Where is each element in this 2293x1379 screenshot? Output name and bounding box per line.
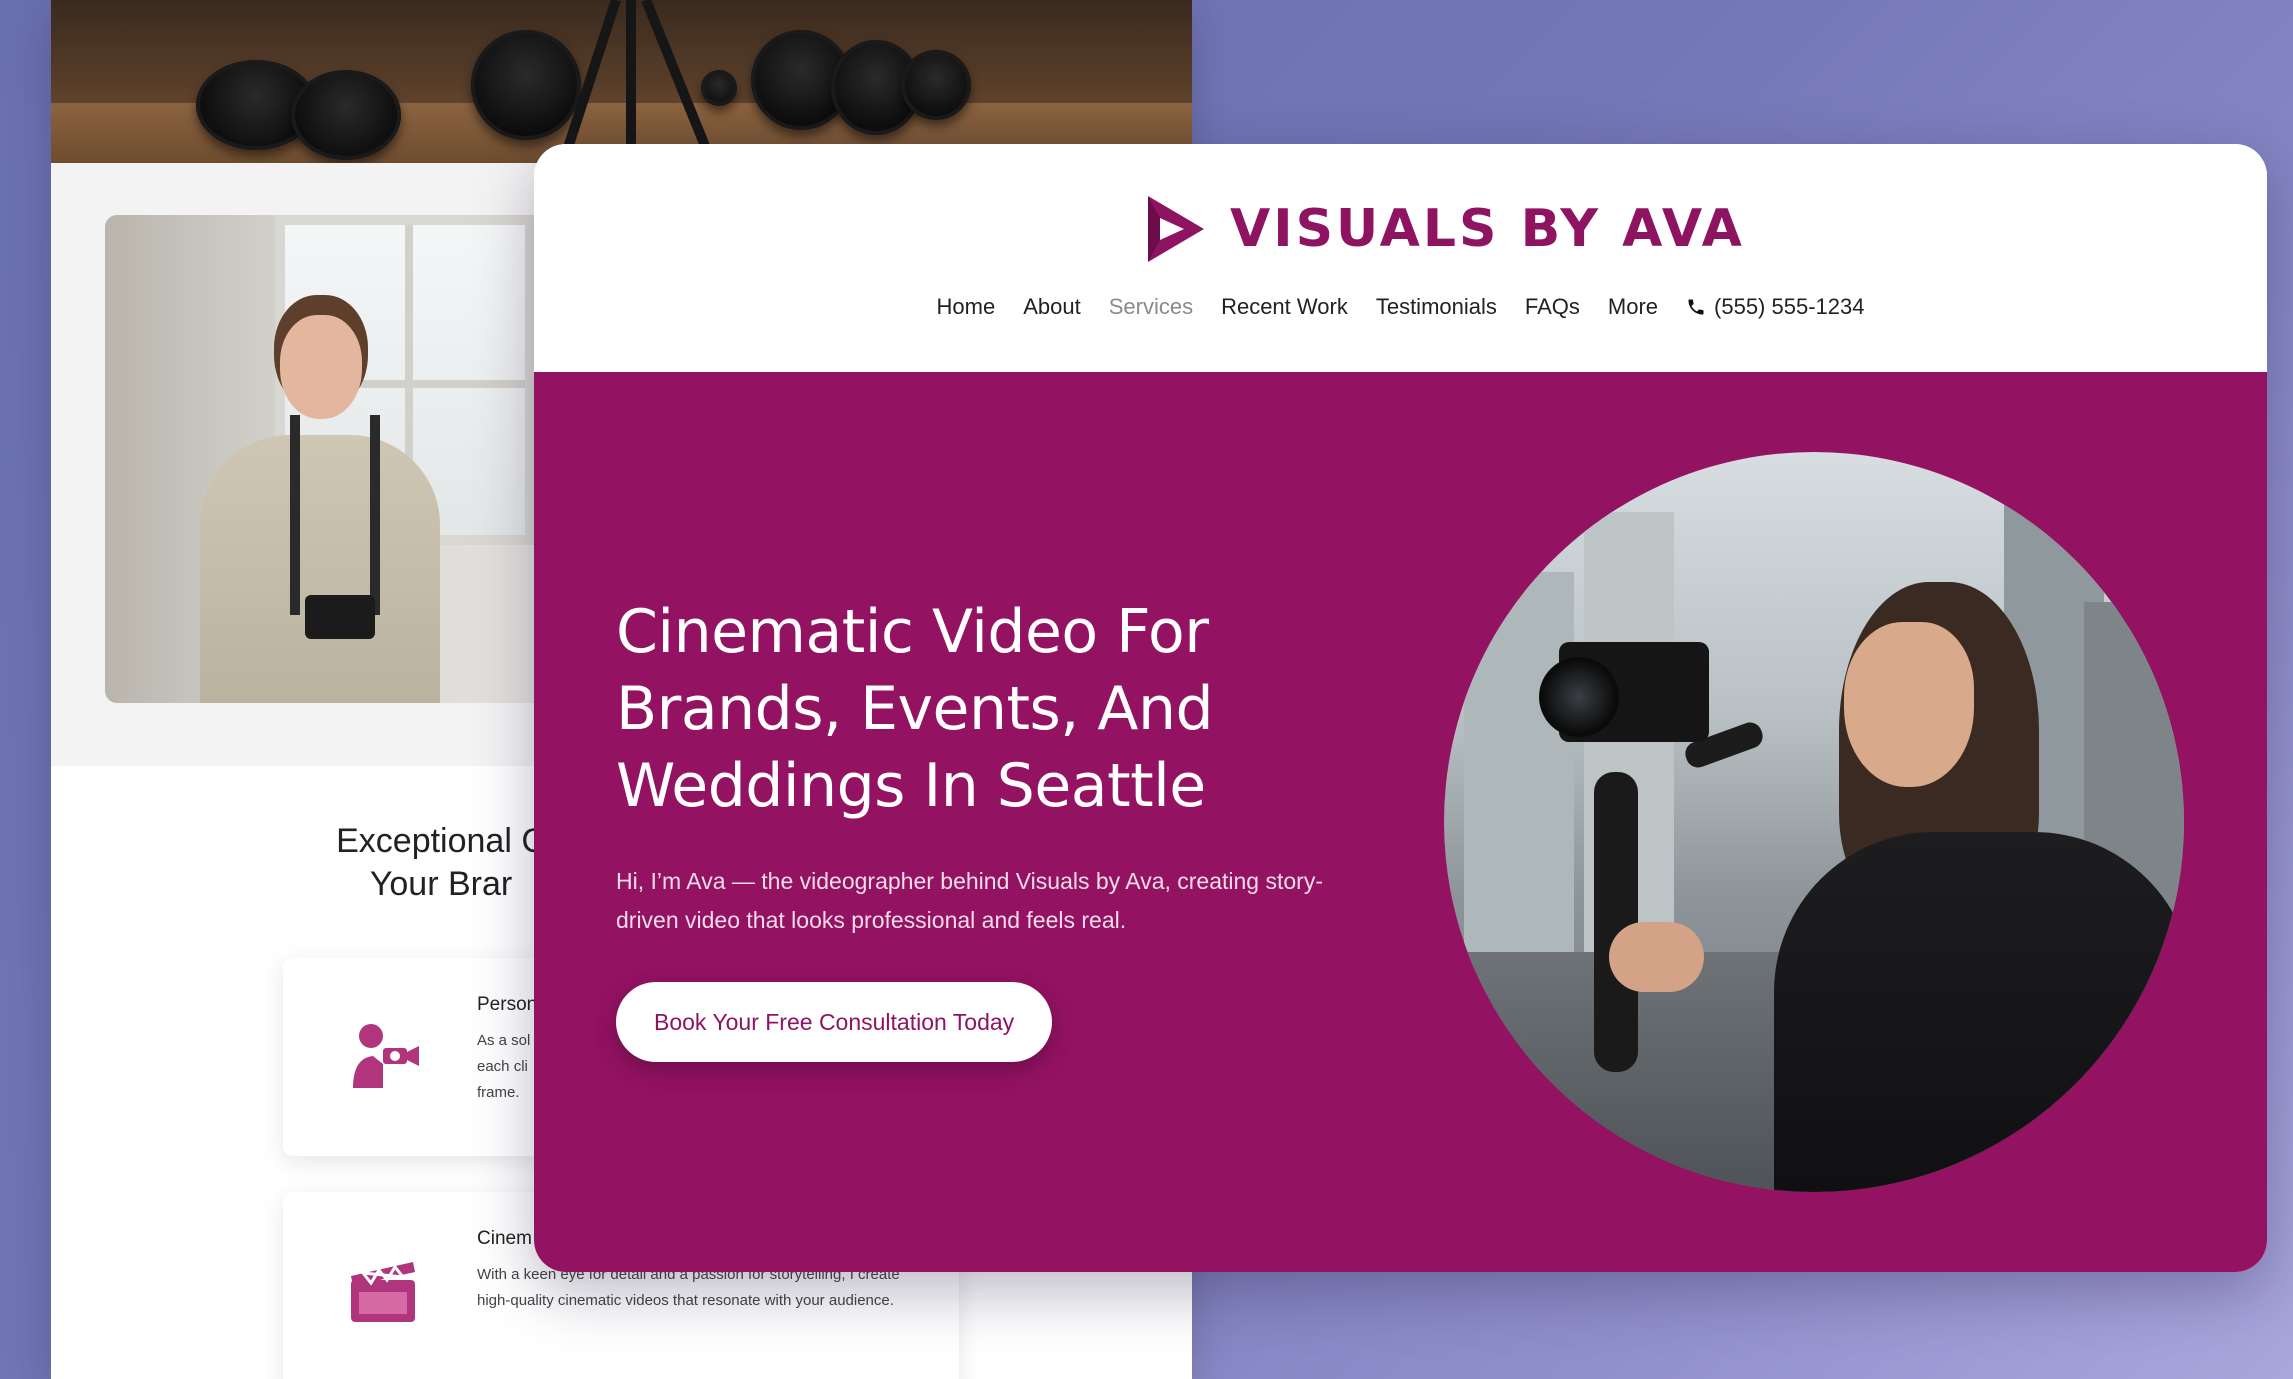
- hero-section: Cinematic Video For Brands, Events, And …: [534, 372, 2267, 1272]
- site-logo[interactable]: VISUALS BY AVA: [1144, 194, 1745, 264]
- phone-number: (555) 555-1234: [1714, 294, 1865, 319]
- nav-services[interactable]: Services: [1109, 294, 1193, 320]
- play-logo-icon: [1148, 196, 1204, 262]
- nav-phone-link[interactable]: (555) 555-1234: [1686, 294, 1864, 320]
- service-card-title: Person: [477, 994, 538, 1015]
- site-header: VISUALS BY AVA Home About Services Recen…: [534, 144, 2267, 372]
- videographer-hero-image: [1444, 452, 2184, 1192]
- videographer-icon: [353, 1024, 419, 1088]
- brand-name: VISUALS BY AVA: [1230, 199, 1745, 259]
- hero-subtitle: Hi, I’m Ava — the videographer behind Vi…: [616, 868, 1323, 933]
- service-card-title: Cinem: [477, 1228, 532, 1249]
- clapperboard-icon: [351, 1262, 415, 1322]
- nav-more[interactable]: More: [1608, 294, 1658, 320]
- phone-icon: [1688, 299, 1704, 315]
- nav-home[interactable]: Home: [937, 294, 996, 320]
- website-hero-preview: VISUALS BY AVA Home About Services Recen…: [534, 144, 2267, 1272]
- nav-testimonials[interactable]: Testimonials: [1376, 294, 1497, 320]
- main-navigation: Home About Services Recent Work Testimon…: [534, 294, 2267, 320]
- nav-about[interactable]: About: [1023, 294, 1081, 320]
- hero-title: Cinematic Video For Brands, Events, And …: [616, 597, 1214, 821]
- camera-gear-banner-image: [51, 0, 1192, 163]
- nav-recent-work[interactable]: Recent Work: [1221, 294, 1348, 320]
- nav-faqs[interactable]: FAQs: [1525, 294, 1580, 320]
- book-consultation-button[interactable]: Book Your Free Consultation Today: [616, 982, 1053, 1062]
